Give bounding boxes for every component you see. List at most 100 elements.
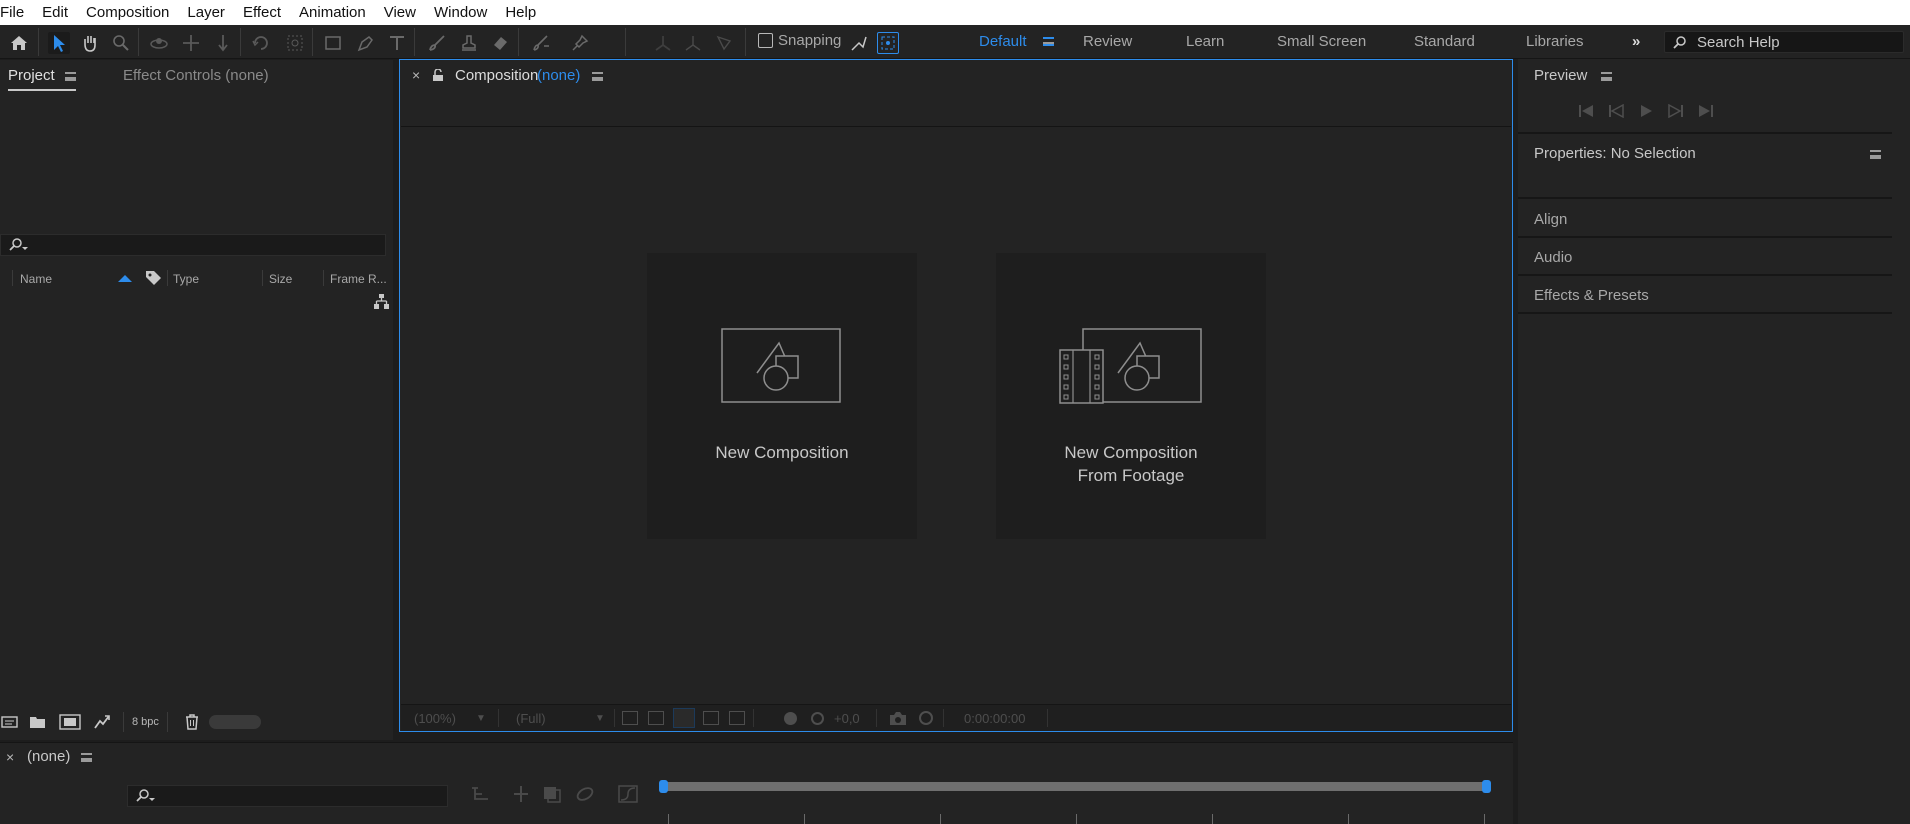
frame-blending-icon[interactable]	[542, 785, 562, 803]
column-size[interactable]: Size	[269, 272, 292, 286]
magnification-dropdown[interactable]: (100%)	[414, 711, 456, 726]
grid-guides-icon[interactable]	[703, 711, 719, 725]
eraser-tool-icon[interactable]	[489, 32, 511, 54]
hand-tool-icon[interactable]	[79, 32, 101, 54]
new-composition-from-footage-card[interactable]: New Composition From Footage	[996, 253, 1266, 539]
clone-stamp-tool-icon[interactable]	[458, 32, 480, 54]
workspace-libraries[interactable]: Libraries	[1526, 25, 1584, 59]
chevron-double-right-icon[interactable]: »	[1632, 25, 1640, 59]
selection-tool-icon[interactable]	[48, 32, 70, 54]
composition-tab-value[interactable]: (none)	[537, 67, 580, 84]
interpret-footage-icon[interactable]	[1, 714, 19, 730]
dolly-camera-icon[interactable]	[212, 32, 234, 54]
workspace-learn[interactable]: Learn	[1186, 25, 1224, 59]
column-frame-rate[interactable]: Frame R...	[330, 272, 387, 286]
previous-frame-icon[interactable]	[1608, 104, 1624, 118]
composition-tab-label[interactable]: Composition	[455, 67, 538, 84]
new-composition-card[interactable]: New Composition	[647, 253, 917, 539]
close-timeline-tab-icon[interactable]: ×	[6, 749, 14, 765]
column-type[interactable]: Type	[173, 272, 199, 286]
composition-menu-icon[interactable]	[592, 72, 603, 81]
channel-icon[interactable]	[729, 711, 745, 725]
next-frame-icon[interactable]	[1668, 104, 1684, 118]
menu-edit[interactable]: Edit	[33, 0, 77, 25]
local-axis-icon[interactable]	[652, 32, 674, 54]
tab-project[interactable]: Project	[8, 67, 55, 84]
menu-file[interactable]: File	[0, 0, 33, 25]
project-search-input[interactable]	[0, 234, 386, 256]
timeline-tab-label[interactable]: (none)	[27, 748, 70, 765]
workspace-default[interactable]: Default	[979, 25, 1027, 59]
brush-tool-icon[interactable]	[426, 32, 448, 54]
menu-help[interactable]: Help	[496, 0, 545, 25]
toggle-mask-icon[interactable]	[673, 708, 695, 728]
reset-exposure-icon[interactable]	[811, 712, 824, 725]
workspace-small-screen[interactable]: Small Screen	[1277, 25, 1366, 59]
bpc-label[interactable]: 8 bpc	[132, 716, 159, 728]
view-axis-icon[interactable]	[713, 32, 735, 54]
timeline-search-input[interactable]	[127, 785, 448, 807]
column-name[interactable]: Name	[20, 272, 52, 286]
new-composition-icon[interactable]	[59, 713, 81, 731]
resolution-dropdown[interactable]: (Full)	[516, 711, 546, 726]
sort-ascending-icon[interactable]	[117, 273, 133, 283]
draft-3d-icon[interactable]	[511, 785, 531, 803]
properties-panel-title[interactable]: Properties: No Selection	[1534, 145, 1696, 162]
last-frame-icon[interactable]	[1698, 104, 1714, 118]
first-frame-icon[interactable]	[1578, 104, 1594, 118]
menu-effect[interactable]: Effect	[234, 0, 290, 25]
menu-animation[interactable]: Animation	[290, 0, 375, 25]
home-icon[interactable]	[8, 32, 30, 54]
flowchart-icon[interactable]	[373, 293, 390, 310]
new-folder-icon[interactable]	[29, 714, 47, 730]
trash-icon[interactable]	[184, 713, 200, 731]
workspace-menu-icon[interactable]	[1043, 37, 1054, 46]
roto-brush-tool-icon[interactable]	[530, 32, 552, 54]
workspace-standard[interactable]: Standard	[1414, 25, 1475, 59]
time-navigator-start-handle[interactable]	[659, 780, 668, 793]
pan-camera-icon[interactable]	[180, 32, 202, 54]
composition-flowchart-icon[interactable]	[470, 785, 490, 803]
orbit-camera-icon[interactable]	[148, 32, 170, 54]
preview-menu-icon[interactable]	[1601, 72, 1612, 81]
text-tool-icon[interactable]	[386, 32, 408, 54]
puppet-pin-tool-icon[interactable]	[569, 32, 591, 54]
snap-features-icon[interactable]	[877, 32, 899, 54]
current-time[interactable]: 0:00:00:00	[964, 711, 1025, 726]
close-tab-icon[interactable]: ×	[412, 67, 420, 83]
time-navigator-end-handle[interactable]	[1482, 780, 1491, 793]
region-of-interest-icon[interactable]	[622, 711, 638, 725]
preview-panel-title[interactable]: Preview	[1534, 67, 1587, 84]
menu-window[interactable]: Window	[425, 0, 496, 25]
snap-edges-icon[interactable]	[848, 32, 870, 54]
thumbnail-size-slider[interactable]	[209, 715, 261, 729]
label-tag-icon[interactable]	[145, 270, 162, 286]
motion-blur-icon[interactable]	[575, 785, 595, 803]
rectangle-tool-icon[interactable]	[322, 32, 344, 54]
world-axis-icon[interactable]	[682, 32, 704, 54]
tab-effect-controls[interactable]: Effect Controls (none)	[123, 67, 269, 84]
play-icon[interactable]	[1638, 104, 1654, 118]
graph-editor-icon[interactable]	[618, 785, 638, 803]
adjust-project-settings-icon[interactable]	[92, 713, 112, 731]
show-snapshot-icon[interactable]	[917, 710, 935, 726]
timeline-menu-icon[interactable]	[81, 753, 92, 762]
anchor-point-tool-icon[interactable]	[284, 32, 306, 54]
lock-open-icon[interactable]	[432, 69, 444, 82]
exposure-value[interactable]: +0,0	[834, 711, 860, 726]
align-panel-title[interactable]: Align	[1534, 211, 1567, 228]
menu-view[interactable]: View	[375, 0, 425, 25]
transparency-grid-icon[interactable]	[648, 711, 664, 725]
rotation-tool-icon[interactable]	[250, 32, 272, 54]
audio-panel-title[interactable]: Audio	[1534, 249, 1572, 266]
color-management-icon[interactable]	[784, 712, 797, 725]
effects-presets-panel-title[interactable]: Effects & Presets	[1534, 287, 1649, 304]
time-navigator-bar[interactable]	[664, 782, 1490, 791]
project-menu-icon[interactable]	[65, 72, 76, 81]
menu-layer[interactable]: Layer	[178, 0, 234, 25]
properties-menu-icon[interactable]	[1870, 150, 1881, 159]
snapping-checkbox[interactable]	[758, 33, 773, 48]
workspace-review[interactable]: Review	[1083, 25, 1132, 59]
menu-composition[interactable]: Composition	[77, 0, 178, 25]
pen-tool-icon[interactable]	[355, 32, 377, 54]
